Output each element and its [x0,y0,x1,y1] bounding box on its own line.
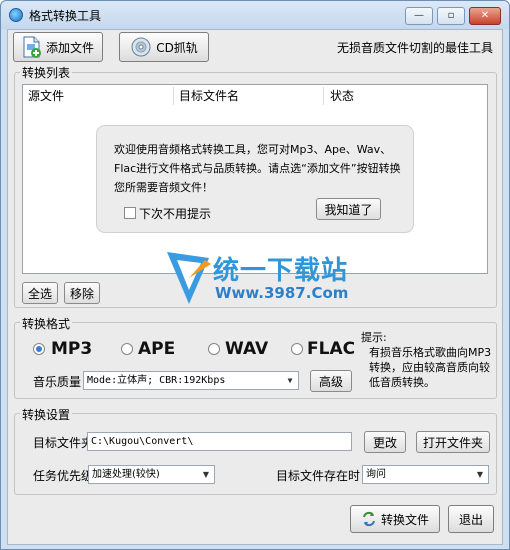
target-folder-input[interactable]: C:\Kugou\Convert\ [87,432,352,451]
format-ape-radio[interactable] [121,343,133,355]
format-flac-radio[interactable] [291,343,303,355]
open-folder-button[interactable]: 打开文件夹 [416,431,490,453]
convert-file-button[interactable]: 转换文件 [350,505,440,533]
hint-text: 有损音乐格式歌曲向MP3转换，应由较高音质向较低音质转换。 [369,346,492,389]
close-button[interactable]: ✕ [469,7,501,25]
minimize-button[interactable]: — [405,7,433,25]
convert-file-label: 转换文件 [380,512,429,527]
format-wav-label: WAV [225,339,269,359]
column-header-target[interactable]: 目标文件名 [179,85,239,107]
welcome-tip-popup: 欢迎使用音频格式转换工具，您可对Mp3、Ape、Wav、Flac进行文件格式与品… [96,125,414,233]
format-wav-radio[interactable] [208,343,220,355]
dont-show-label: 下次不用提示 [139,207,212,221]
watermark-name: 统一下载站 [213,256,349,286]
convert-list-label: 转换列表 [20,64,73,81]
target-folder-label: 目标文件夹 [33,436,94,450]
chevron-down-icon: ▼ [476,470,484,479]
cd-icon [131,37,151,57]
column-divider [323,87,324,105]
add-file-button[interactable]: 添加文件 [13,32,103,62]
quality-label: 音乐质量 [33,375,82,389]
exit-button[interactable]: 退出 [448,505,494,533]
dont-show-checkbox[interactable] [124,207,136,219]
tip-message: 欢迎使用音频格式转换工具，您可对Mp3、Ape、Wav、Flac进行文件格式与品… [114,143,401,194]
remove-button[interactable]: 移除 [64,282,100,304]
format-flac-label: FLAC [307,339,356,359]
column-divider [173,87,174,105]
exists-value: 询问 [366,469,386,480]
column-header-source[interactable]: 源文件 [28,85,64,107]
column-header-status[interactable]: 状态 [330,85,354,107]
exists-select[interactable]: 询问 ▼ [362,465,489,484]
cd-rip-button[interactable]: CD抓轨 [119,32,209,62]
watermark-url: Www.3987.Com [215,284,349,302]
priority-value: 加速处理(较快) [92,469,160,480]
hint-title: 提示: [361,331,387,344]
maximize-button[interactable]: ▫ [437,7,465,25]
add-file-label: 添加文件 [45,40,94,55]
title-bar[interactable]: 格式转换工具 — ▫ ✕ [1,1,509,29]
quality-select[interactable]: Mode:立体声; CBR:192Kbps ▼ [83,371,299,390]
convert-icon [363,511,375,527]
quality-value: Mode:立体声; CBR:192Kbps [87,375,226,386]
format-hint: 提示: 有损音乐格式歌曲向MP3转换，应由较高音质向较低音质转换。 [361,330,495,390]
watermark-icon [167,252,211,304]
slogan-text: 无损音质文件切割的最佳工具 [337,41,494,55]
advanced-button[interactable]: 高级 [310,370,352,392]
watermark-logo: 统一下载站 Www.3987.Com [165,248,350,308]
settings-group-label: 转换设置 [20,406,73,423]
chevron-down-icon: ▼ [202,470,210,479]
chevron-down-icon: ▼ [287,376,293,385]
exists-label: 目标文件存在时 [276,469,361,483]
select-all-button[interactable]: 全选 [22,282,58,304]
priority-select[interactable]: 加速处理(较快) ▼ [88,465,215,484]
format-mp3-radio[interactable] [33,343,45,355]
app-icon [9,8,23,22]
change-folder-button[interactable]: 更改 [364,431,406,453]
priority-label: 任务优先级 [33,469,94,483]
format-ape-label: APE [138,339,176,359]
format-group-label: 转换格式 [20,315,73,332]
format-mp3-label: MP3 [51,339,93,359]
cd-rip-label: CD抓轨 [156,40,198,55]
got-it-button[interactable]: 我知道了 [316,198,381,220]
window-title: 格式转换工具 [29,9,102,23]
add-file-icon [23,36,41,58]
